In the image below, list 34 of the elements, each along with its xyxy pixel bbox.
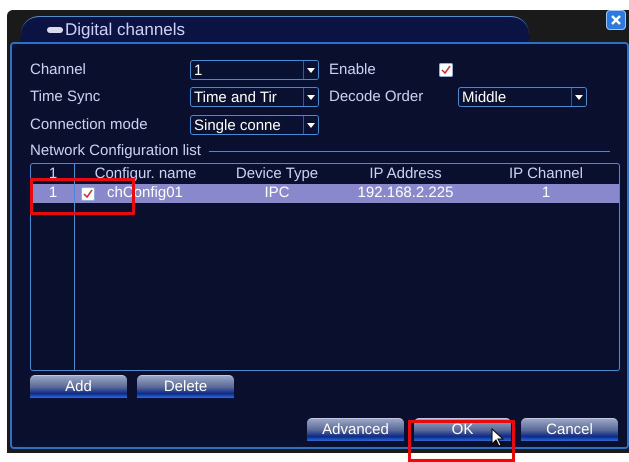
column-header: IP Address (368, 164, 443, 184)
column-header: IP Channel (508, 164, 584, 184)
table-cell-text: IPC (263, 183, 290, 204)
field-label: Enable (329, 60, 377, 80)
camera-icon (47, 26, 63, 32)
dropdown[interactable]: Middle (458, 87, 587, 107)
table-cell-text: 192.168.2.225 (356, 183, 454, 204)
button[interactable]: Delete (137, 375, 234, 398)
button[interactable]: Advanced (307, 418, 404, 441)
checkbox[interactable] (81, 186, 95, 200)
column-header: Device Type (234, 164, 320, 184)
close-icon (611, 15, 621, 25)
caret-icon (307, 122, 315, 128)
section-title: Network Configuration list (30, 140, 201, 161)
column-header: 1 (48, 164, 58, 184)
close-button[interactable] (606, 10, 626, 30)
window-title: Digital channels (65, 18, 186, 41)
dropdown[interactable]: Time and Tir (190, 87, 319, 107)
dropdown[interactable]: 1 (190, 60, 319, 80)
caret-icon (307, 68, 315, 72)
field-label: Channel (30, 60, 87, 80)
column-header: Configur. name (94, 164, 198, 184)
button[interactable]: Cancel (521, 418, 618, 441)
checkbox[interactable] (439, 63, 453, 77)
field-label: Time Sync (30, 86, 102, 107)
field-label: Connection mode (30, 114, 149, 135)
caret-icon (575, 94, 583, 100)
button[interactable]: Add (30, 375, 127, 398)
caret-icon (307, 94, 315, 100)
field-label: Decode Order (329, 86, 424, 107)
table-cell-text: 1 (540, 183, 552, 204)
dropdown[interactable]: Single conne (190, 115, 319, 135)
cursor-icon (491, 428, 504, 447)
table-cell-text: 1 (48, 183, 58, 204)
